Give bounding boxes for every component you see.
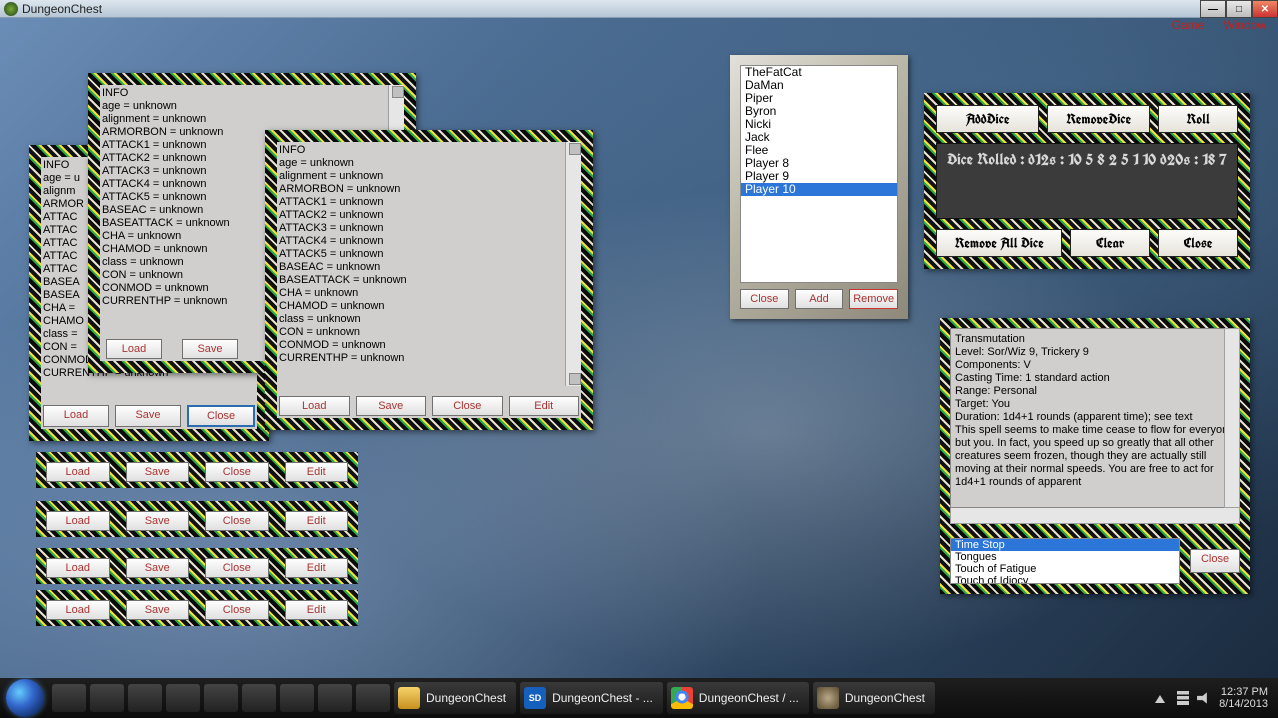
save-button[interactable]: Save xyxy=(126,600,190,620)
spell-description[interactable]: Transmutation Level: Sor/Wiz 9, Trickery… xyxy=(950,328,1240,508)
remove-dice-button[interactable]: RemoveDice xyxy=(1047,105,1150,133)
close-button[interactable]: Close xyxy=(1190,549,1240,573)
pinned-icon[interactable] xyxy=(128,684,162,712)
tray-overflow-icon[interactable] xyxy=(1155,693,1165,703)
close-button[interactable]: Close xyxy=(205,600,269,620)
maximize-button[interactable]: □ xyxy=(1226,0,1252,18)
pinned-icon[interactable] xyxy=(204,684,238,712)
app-icon xyxy=(817,687,839,709)
minimize-button[interactable]: — xyxy=(1200,0,1226,18)
network-icon[interactable] xyxy=(1177,691,1189,705)
window-title: DungeonChest xyxy=(22,2,102,16)
close-button[interactable]: Close xyxy=(1158,229,1238,257)
app-icon xyxy=(4,2,18,16)
sd-icon: SD xyxy=(524,687,546,709)
window-titlebar: DungeonChest — □ ✕ xyxy=(0,0,1278,18)
spell-list-item[interactable]: Touch of Fatigue xyxy=(951,563,1179,575)
roll-button[interactable]: Roll xyxy=(1158,105,1238,133)
close-button[interactable]: Close xyxy=(187,405,255,427)
taskbar-item[interactable]: SDDungeonChest - ... xyxy=(520,682,663,714)
load-button[interactable]: Load xyxy=(46,558,110,578)
dice-output: Dice Rolled : d12s : 10 5 8 2 5 1 10 d20… xyxy=(936,143,1238,219)
pinned-icon[interactable] xyxy=(52,684,86,712)
remove-button[interactable]: Remove xyxy=(849,289,898,309)
edit-button[interactable]: Edit xyxy=(285,462,349,482)
save-button[interactable]: Save xyxy=(126,558,190,578)
load-button[interactable]: Load xyxy=(46,462,110,482)
start-button[interactable] xyxy=(6,679,44,717)
players-list[interactable]: TheFatCatDaManPiperByronNickiJackFleePla… xyxy=(740,65,898,283)
close-window-button[interactable]: ✕ xyxy=(1252,0,1278,18)
scrollbar[interactable] xyxy=(1224,328,1240,508)
save-button[interactable]: Save xyxy=(115,405,181,427)
remove-all-dice-button[interactable]: Remove All Dice xyxy=(936,229,1062,257)
pinned-icon[interactable] xyxy=(242,684,276,712)
spell-list[interactable]: Time StopTonguesTouch of FatigueTouch of… xyxy=(950,538,1180,584)
dice-panel: AddDice RemoveDice Roll Dice Rolled : d1… xyxy=(924,93,1250,269)
load-button[interactable]: Load xyxy=(279,396,350,416)
character-sheet-text[interactable]: INFO age = unknown alignment = unknown A… xyxy=(277,142,565,386)
system-tray: 12:37 PM 8/14/2013 xyxy=(1155,686,1278,710)
save-button[interactable]: Save xyxy=(126,511,190,531)
spell-list-item[interactable]: Tongues xyxy=(951,551,1179,563)
load-button[interactable]: Load xyxy=(46,600,110,620)
taskbar-item[interactable]: DungeonChest xyxy=(394,682,516,714)
add-button[interactable]: Add xyxy=(795,289,844,309)
speaker-icon[interactable] xyxy=(1197,691,1211,705)
edit-button[interactable]: Edit xyxy=(285,600,349,620)
menu-window[interactable]: Window xyxy=(1223,18,1266,32)
save-button[interactable]: Save xyxy=(126,462,190,482)
clock[interactable]: 12:37 PM 8/14/2013 xyxy=(1219,686,1268,710)
players-panel: TheFatCatDaManPiperByronNickiJackFleePla… xyxy=(730,55,908,319)
save-button[interactable]: Save xyxy=(182,339,238,359)
chrome-icon xyxy=(671,687,693,709)
load-button[interactable]: Load xyxy=(43,405,109,427)
pinned-icon[interactable] xyxy=(280,684,314,712)
load-button[interactable]: Load xyxy=(46,511,110,531)
menu-bar: Game Window xyxy=(0,18,1278,38)
pinned-icon[interactable] xyxy=(90,684,124,712)
pinned-icon[interactable] xyxy=(166,684,200,712)
menu-game[interactable]: Game xyxy=(1172,18,1205,32)
player-list-item[interactable]: Player 10 xyxy=(741,183,897,196)
save-button[interactable]: Save xyxy=(356,396,427,416)
add-dice-button[interactable]: AddDice xyxy=(936,105,1039,133)
spell-panel: Transmutation Level: Sor/Wiz 9, Trickery… xyxy=(940,318,1250,594)
load-button[interactable]: Load xyxy=(106,339,162,359)
spell-list-item[interactable]: Time Stop xyxy=(951,539,1179,551)
spell-list-item[interactable]: Touch of Idiocy xyxy=(951,575,1179,584)
close-button[interactable]: Close xyxy=(205,511,269,531)
close-button[interactable]: Close xyxy=(205,462,269,482)
edit-button[interactable]: Edit xyxy=(509,396,580,416)
pinned-icon[interactable] xyxy=(318,684,352,712)
taskbar: DungeonChest SDDungeonChest - ... Dungeo… xyxy=(0,678,1278,718)
pinned-icon[interactable] xyxy=(356,684,390,712)
close-button[interactable]: Close xyxy=(740,289,789,309)
scrollbar[interactable] xyxy=(565,142,581,386)
close-button[interactable]: Close xyxy=(205,558,269,578)
folder-icon xyxy=(398,687,420,709)
taskbar-item[interactable]: DungeonChest xyxy=(813,682,935,714)
edit-button[interactable]: Edit xyxy=(285,558,349,578)
scrollbar-horizontal[interactable] xyxy=(950,508,1240,524)
edit-button[interactable]: Edit xyxy=(285,511,349,531)
clear-button[interactable]: Clear xyxy=(1070,229,1150,257)
taskbar-item[interactable]: DungeonChest / ... xyxy=(667,682,809,714)
close-button[interactable]: Close xyxy=(432,396,503,416)
